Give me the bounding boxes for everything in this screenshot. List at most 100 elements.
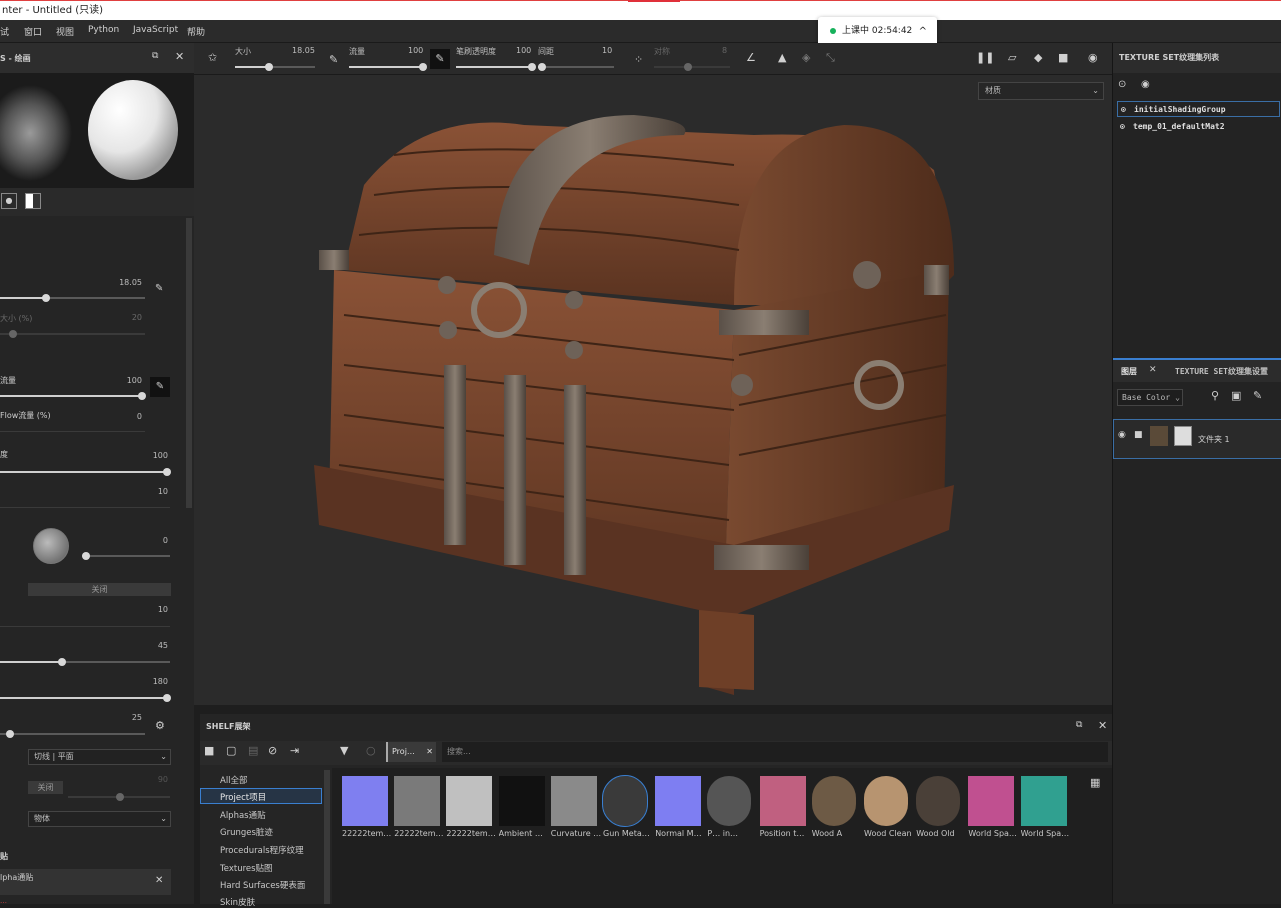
3d-viewport[interactable]: 材质 ⌄ (194, 75, 1112, 705)
new-folder-icon[interactable]: ▢ (226, 744, 236, 757)
eye-icon[interactable]: ⊙ (1121, 102, 1126, 118)
menu-item-mode[interactable]: 试 (0, 25, 9, 38)
import-icon[interactable]: ⇥ (290, 744, 299, 757)
float-panel-icon[interactable]: ⧉ (1076, 720, 1082, 730)
eye-icon[interactable]: ◉ (1118, 430, 1126, 440)
flow-pen-icon[interactable]: ✎ (430, 49, 450, 69)
shelf-item-thumbnail[interactable] (759, 776, 806, 826)
tool-preset-icon[interactable]: ✩ (208, 51, 217, 64)
shelf-item-thumbnail[interactable] (602, 775, 648, 827)
close-button[interactable]: 关闭 (28, 583, 171, 596)
viewport-mode-icon[interactable]: ▱ (1008, 51, 1016, 64)
add-paint-layer-icon[interactable]: ✎ (1253, 389, 1262, 402)
category-project[interactable]: Project项目 (220, 791, 266, 803)
shelf-item-thumbnail[interactable] (811, 776, 856, 826)
shelf-item-thumbnail[interactable] (707, 776, 752, 826)
angle-jitter-slider[interactable] (0, 658, 170, 666)
float-panel-icon[interactable]: ⧉ (152, 51, 158, 61)
screenshot-camera-icon[interactable]: ◉ (1088, 51, 1098, 64)
flow-slider[interactable] (0, 392, 146, 400)
flow-slider[interactable] (349, 63, 427, 71)
min-size-slider[interactable] (0, 330, 145, 338)
close-icon[interactable]: ✕ (155, 875, 163, 886)
close-button-2[interactable]: 关闭 (28, 781, 63, 794)
chevron-up-icon[interactable]: ^ (919, 17, 927, 46)
tab-texture-set-settings[interactable]: TEXTURE SET纹理集设置 (1175, 366, 1268, 377)
eye-settings-icon[interactable]: ⊙ (1118, 79, 1126, 90)
category-alphas[interactable]: Alphas通贴 (220, 809, 266, 821)
close-icon[interactable]: ✕ (1149, 365, 1157, 375)
brush-shape-icon[interactable]: ● (1, 193, 17, 209)
left-panel-scrollbar[interactable] (186, 218, 192, 508)
search-input[interactable]: 搜索... (442, 742, 1108, 762)
pause-icon[interactable]: ❚❚ (976, 51, 994, 64)
shelf-item-thumbnail[interactable] (342, 776, 388, 826)
mirror-icon[interactable]: ▲ (778, 51, 786, 64)
contrast-icon[interactable] (25, 193, 41, 209)
dim-slider[interactable] (68, 793, 170, 801)
filter-chip[interactable]: Proj… ✕ (386, 742, 436, 762)
shelf-item-thumbnail[interactable] (550, 776, 597, 826)
texture-set-item[interactable]: ⊙ temp_01_defaultMat2 (1117, 119, 1280, 135)
flow-pen-icon[interactable]: ✎ (150, 377, 170, 397)
stroke-opacity-slider[interactable] (456, 63, 536, 71)
tab-layers[interactable]: 图层 (1121, 366, 1137, 377)
menu-item-view[interactable]: 视图 (56, 25, 74, 38)
category-hard-surfaces[interactable]: Hard Surfaces硬表面 (220, 879, 305, 891)
eye-icon[interactable]: ⊙ (1120, 119, 1125, 135)
symmetry-slider[interactable] (654, 63, 730, 71)
lazy-mouse-icon[interactable]: ◈ (802, 51, 810, 64)
shelf-item-thumbnail[interactable] (394, 776, 441, 826)
angle-dial[interactable] (33, 528, 69, 564)
rotation-slider[interactable] (0, 694, 171, 702)
shelf-item-thumbnail[interactable] (864, 776, 908, 826)
category-procedurals[interactable]: Procedurals程序纹理 (220, 844, 304, 856)
shelf-item-thumbnail[interactable] (446, 776, 493, 826)
layer-row[interactable]: ◉ ■ 文件夹 1 (1113, 419, 1281, 459)
close-icon[interactable]: ✕ (1098, 719, 1107, 732)
line-tool-icon[interactable]: ⤡ (826, 51, 835, 65)
pen-pressure-icon[interactable]: ✎ (329, 53, 338, 66)
filter-icon[interactable]: ▼ (340, 744, 348, 757)
object-dropdown[interactable]: 物体 ⌄ (28, 811, 171, 827)
jitter-icon[interactable]: ⁘ (634, 53, 643, 66)
menu-item-javascript[interactable]: JavaScript (133, 25, 178, 35)
grid-view-icon[interactable]: ▦ (1090, 776, 1100, 789)
projection-dropdown[interactable]: 切线 | 平面 ⌄ (28, 749, 171, 765)
category-grunges[interactable]: Grunges脏迹 (220, 826, 273, 838)
camera-video-icon[interactable]: ■ (1058, 51, 1068, 64)
category-textures[interactable]: Textures贴图 (220, 862, 273, 874)
shelf-item-thumbnail[interactable] (968, 776, 1015, 826)
size-slider[interactable] (235, 63, 315, 71)
circle-filter-icon[interactable]: ○ (366, 744, 376, 757)
size-slider[interactable] (0, 294, 145, 302)
shelf-item-thumbnail[interactable] (916, 776, 961, 826)
category-all[interactable]: All全部 (220, 774, 248, 786)
category-scrollbar[interactable] (324, 770, 330, 904)
angle-slider[interactable] (82, 552, 170, 560)
menu-item-window[interactable]: 窗口 (24, 25, 42, 38)
close-icon[interactable]: ✕ (175, 50, 184, 63)
angle-icon[interactable]: ∠ (746, 51, 756, 64)
cube-icon[interactable]: ◆ (1034, 51, 1042, 64)
alpha-item[interactable]: lpha通贴 ✕ (0, 869, 171, 895)
category-skin[interactable]: Skin皮肤 (220, 896, 255, 908)
menu-item-python[interactable]: Python (88, 25, 119, 35)
channel-dropdown[interactable]: Base Color ⌄ (1117, 389, 1183, 406)
trash-icon[interactable]: ▤ (248, 744, 258, 757)
shelf-item-thumbnail[interactable] (1020, 776, 1067, 826)
shelf-item-thumbnail[interactable] (655, 776, 702, 826)
shelf-item-thumbnail[interactable] (498, 776, 545, 826)
live-session-badge[interactable]: 上课中 02:54:42 ^ (818, 17, 937, 46)
close-icon[interactable]: ✕ (426, 742, 433, 762)
folder-icon[interactable]: ■ (204, 744, 214, 757)
texture-set-item[interactable]: ⊙ initialShadingGroup (1117, 101, 1280, 117)
add-mask-icon[interactable]: ▣ (1231, 389, 1241, 402)
opacity-slider[interactable] (0, 468, 171, 476)
hide-icon[interactable]: ⊘ (268, 744, 277, 757)
gear-icon[interactable]: ⚙ (155, 719, 165, 732)
eye-icon[interactable]: ◉ (1141, 79, 1150, 90)
pen-pressure-icon[interactable]: ✎ (155, 283, 163, 294)
stroke-slider[interactable] (0, 730, 145, 738)
material-mode-dropdown[interactable]: 材质 ⌄ (978, 82, 1104, 100)
